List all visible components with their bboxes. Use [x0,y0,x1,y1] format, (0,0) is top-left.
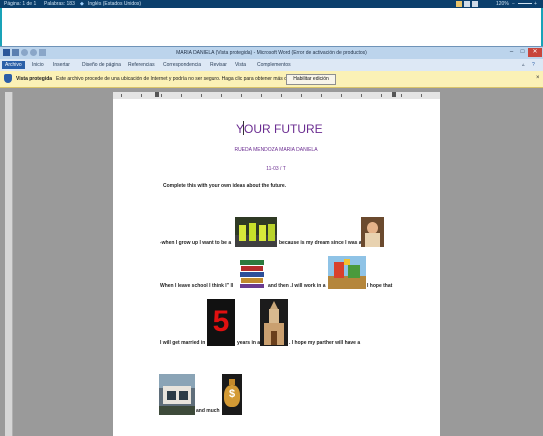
workers-image [235,217,277,247]
tab-referencias[interactable]: Referencias [128,61,155,69]
horizontal-ruler[interactable] [113,92,440,99]
document-date: 11-03 / T [266,166,286,172]
zoom-level[interactable]: 120% [496,0,509,8]
tab-vista[interactable]: Vista [235,61,246,69]
protected-view-bar: Vista protegida Este archivo procede de … [0,71,543,88]
protected-view-label: Vista protegida [16,76,53,82]
school-playground-image [328,256,366,289]
view-fullscreen-icon[interactable] [464,1,470,7]
language-indicator[interactable]: Inglés (Estados Unidos) [88,0,141,8]
line3-text-a: I will get married in [160,340,206,346]
vertical-ruler[interactable] [5,92,13,436]
document-title: YOUR FUTURE [236,122,323,136]
close-bar-icon[interactable]: × [536,74,540,83]
line3-text-c: . I hope my parther will have a [289,340,361,346]
word-count: Palabras: 183 [44,1,75,7]
tab-archivo[interactable]: Archivo [2,61,25,69]
zoom-plus-icon[interactable]: + [534,0,537,8]
number-five-text: 5 [212,305,230,338]
close-button[interactable]: ✕ [528,48,542,57]
protected-view-message[interactable]: Este archivo procede de una ubicación de… [56,74,303,84]
zoom-minus-icon[interactable]: − [512,0,515,8]
line1-text-b: because is my dream since I was a [279,240,362,246]
spellcheck-icon: ◆ [80,1,84,7]
minimize-button[interactable]: – [506,48,517,57]
shield-icon [4,74,12,83]
status-bar: Página: 1 de 1 Palabras: 183 ◆ Inglés (E… [0,0,543,8]
church-image [260,299,288,346]
tab-complementos[interactable]: Complementos [257,61,291,69]
view-print-layout-icon[interactable] [456,1,462,7]
line2-text-a: When I leave school I think I" ll [160,283,234,289]
enable-editing-button[interactable]: Habilitar edición [286,74,336,85]
line1-text-a: -when I grow up I want to be a [160,240,232,246]
zoom-slider[interactable] [518,3,532,4]
indent-marker[interactable] [155,92,159,97]
tab-revisar[interactable]: Revisar [210,61,227,69]
number-five-image: 5 [207,299,235,346]
help-icon[interactable]: ? [532,61,535,69]
line2-text-c: I hope that [367,283,393,289]
window-title: MARIA DANIELA (Vista protegida) - Micros… [176,50,367,56]
dollar-sign-text: $ [228,388,236,400]
tab-diseno-de-pagina[interactable]: Diseño de página [82,61,121,69]
title-bar: MARIA DANIELA (Vista protegida) - Micros… [0,46,543,60]
money-bag-image: $ [222,374,242,415]
line4-text-a: and much [196,408,220,414]
tab-correspondencia[interactable]: Correspondencia [163,61,201,69]
view-web-icon[interactable] [472,1,478,7]
modern-house-image [159,374,195,415]
books-image [238,256,266,289]
tab-inicio[interactable]: Inicio [32,61,44,69]
line3-text-b: years in a [237,340,261,346]
ribbon-minimize-icon[interactable]: ▵ [522,61,525,69]
right-indent-marker[interactable] [392,92,396,97]
document-author: RUEDA MENDOZA MARIA DANIELA [234,147,318,153]
instructions-text: Complete this with your own ideas about … [163,183,287,189]
tab-insertar[interactable]: Insertar [53,61,70,69]
line2-text-b: and then .I will work in a [268,283,326,289]
page-count: Página: 1 de 1 [4,1,37,7]
window-gap [0,8,543,46]
maximize-button[interactable]: □ [517,48,528,57]
child-photo-image [361,217,384,247]
